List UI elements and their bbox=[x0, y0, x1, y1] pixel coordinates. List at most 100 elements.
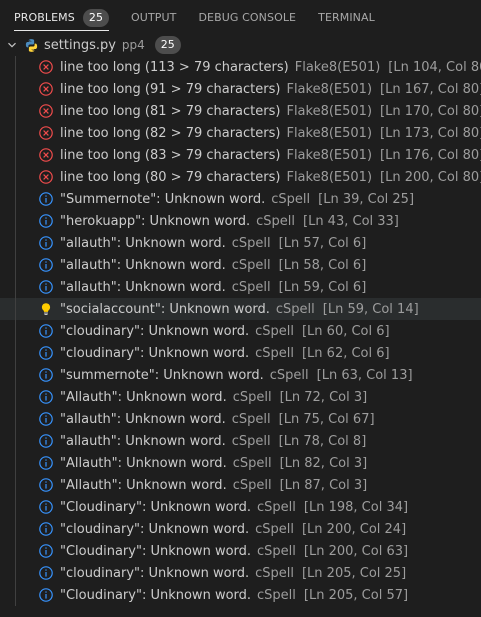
problem-row[interactable]: "allauth": Unknown word. cSpell [Ln 57, Co… bbox=[0, 232, 481, 254]
problem-message: "Cloudinary": Unknown word. bbox=[60, 499, 252, 515]
problem-source: cSpell bbox=[231, 411, 271, 427]
problem-message: "allauth": Unknown word. bbox=[60, 257, 226, 273]
problem-location: [Ln 200, Col 63] bbox=[303, 543, 409, 559]
problem-source: cSpell bbox=[231, 279, 271, 295]
problem-list: line too long (113 > 79 characters) Flake… bbox=[0, 56, 481, 606]
problem-row[interactable]: "cloudinary": Unknown word. cSpell [Ln 205… bbox=[0, 562, 481, 584]
problem-row[interactable]: "allauth": Unknown word. cSpell [Ln 59, Co… bbox=[0, 276, 481, 298]
indent-guide bbox=[15, 386, 16, 408]
info-circle-icon bbox=[39, 434, 53, 448]
problem-row[interactable]: line too long (83 > 79 characters) Flake8… bbox=[0, 144, 481, 166]
problem-message: "cloudinary": Unknown word. bbox=[60, 323, 250, 339]
problem-location: [Ln 59, Col 6] bbox=[278, 279, 367, 295]
problem-row[interactable]: "Cloudinary": Unknown word. cSpell [Ln 205… bbox=[0, 584, 481, 606]
tab-debug-console[interactable]: DEBUG CONSOLE bbox=[190, 0, 304, 35]
info-circle-icon bbox=[39, 324, 53, 338]
file-name: settings.py bbox=[44, 37, 116, 53]
indent-guide bbox=[15, 518, 16, 540]
tab-output-label: OUTPUT bbox=[131, 11, 177, 24]
problem-message: line too long (80 > 79 characters) bbox=[60, 169, 281, 185]
problem-row[interactable]: "Allauth": Unknown word. cSpell [Ln 82, Co… bbox=[0, 452, 481, 474]
problem-row[interactable]: line too long (113 > 79 characters) Flake… bbox=[0, 56, 481, 78]
problem-source: cSpell bbox=[255, 345, 294, 361]
problem-location: [Ln 57, Col 6] bbox=[278, 235, 367, 251]
problem-message: line too long (82 > 79 characters) bbox=[60, 125, 281, 141]
error-circle-icon bbox=[39, 126, 53, 140]
indent-guide bbox=[15, 364, 16, 386]
problem-source: Flake8(E501) bbox=[286, 81, 373, 97]
info-circle-icon bbox=[39, 544, 53, 558]
problem-message: "Cloudinary": Unknown word. bbox=[60, 587, 252, 603]
indent-guide bbox=[15, 320, 16, 342]
python-file-icon bbox=[25, 38, 38, 52]
problem-source: cSpell bbox=[255, 521, 294, 537]
problem-row[interactable]: "Summernote": Unknown word. cSpell [Ln 39,… bbox=[0, 188, 481, 210]
problem-message: line too long (91 > 79 characters) bbox=[60, 81, 281, 97]
problem-row[interactable]: "herokuapp": Unknown word. cSpell [Ln 43, … bbox=[0, 210, 481, 232]
info-circle-icon bbox=[39, 214, 53, 228]
error-circle-icon bbox=[39, 60, 53, 74]
indent-guide bbox=[15, 210, 16, 232]
tab-output[interactable]: OUTPUT bbox=[123, 0, 184, 35]
indent-guide bbox=[15, 342, 16, 364]
indent-guide bbox=[15, 78, 16, 100]
problem-message: "herokuapp": Unknown word. bbox=[60, 213, 251, 229]
problem-location: [Ln 205, Col 57] bbox=[303, 587, 409, 603]
file-problem-count-badge: 25 bbox=[154, 36, 181, 54]
problem-source: Flake8(E501) bbox=[286, 103, 373, 119]
tab-problems-label: PROBLEMS bbox=[14, 11, 75, 24]
indent-guide bbox=[15, 276, 16, 298]
indent-guide bbox=[15, 122, 16, 144]
problem-row[interactable]: line too long (82 > 79 characters) Flake8… bbox=[0, 122, 481, 144]
problem-location: [Ln 200, Col 80] bbox=[380, 169, 481, 185]
problem-message: line too long (81 > 79 characters) bbox=[60, 103, 281, 119]
problem-source: Flake8(E501) bbox=[286, 147, 373, 163]
problem-source: Flake8(E501) bbox=[286, 169, 373, 185]
problem-row[interactable]: "allauth": Unknown word. cSpell [Ln 78, Co… bbox=[0, 430, 481, 452]
chevron-down-icon[interactable] bbox=[6, 39, 18, 51]
problem-row[interactable]: "cloudinary": Unknown word. cSpell [Ln 200… bbox=[0, 518, 481, 540]
problem-location: [Ln 205, Col 25] bbox=[301, 565, 407, 581]
problem-row[interactable]: "summernote": Unknown word. cSpell [Ln 63,… bbox=[0, 364, 481, 386]
problem-source: cSpell bbox=[257, 499, 296, 515]
problem-source: cSpell bbox=[231, 235, 271, 251]
tab-problems[interactable]: PROBLEMS 25 bbox=[6, 0, 117, 35]
problem-location: [Ln 59, Col 14] bbox=[322, 301, 419, 317]
folder-name: pp4 bbox=[121, 38, 145, 52]
problem-location: [Ln 104, Col 80] bbox=[388, 59, 481, 75]
error-circle-icon bbox=[39, 104, 53, 118]
problem-row[interactable]: line too long (91 > 79 characters) Flake8… bbox=[0, 78, 481, 100]
problem-location: [Ln 60, Col 6] bbox=[301, 323, 390, 339]
tab-terminal[interactable]: TERMINAL bbox=[310, 0, 383, 35]
problem-row[interactable]: line too long (80 > 79 characters) Flake8… bbox=[0, 166, 481, 188]
indent-guide bbox=[15, 166, 16, 188]
problem-message: line too long (83 > 79 characters) bbox=[60, 147, 281, 163]
problem-message: "cloudinary": Unknown word. bbox=[60, 521, 250, 537]
problem-row[interactable]: "Allauth": Unknown word. cSpell [Ln 72, Co… bbox=[0, 386, 481, 408]
problem-message: line too long (113 > 79 characters) bbox=[60, 59, 289, 75]
problem-row[interactable]: "socialaccount": Unknown word. cSpell [Ln … bbox=[0, 298, 481, 320]
problem-row[interactable]: "Cloudinary": Unknown word. cSpell [Ln 198… bbox=[0, 496, 481, 518]
problems-count-badge: 25 bbox=[82, 8, 110, 27]
info-circle-icon bbox=[39, 390, 53, 404]
problem-location: [Ln 62, Col 6] bbox=[301, 345, 390, 361]
problem-row[interactable]: "Allauth": Unknown word. cSpell [Ln 87, Co… bbox=[0, 474, 481, 496]
problem-row[interactable]: "allauth": Unknown word. cSpell [Ln 58, Co… bbox=[0, 254, 481, 276]
info-circle-icon bbox=[39, 456, 53, 470]
problem-row[interactable]: "allauth": Unknown word. cSpell [Ln 75, Co… bbox=[0, 408, 481, 430]
problem-location: [Ln 167, Col 80] bbox=[380, 81, 481, 97]
problem-row[interactable]: "Cloudinary": Unknown word. cSpell [Ln 200… bbox=[0, 540, 481, 562]
problem-location: [Ln 43, Col 33] bbox=[303, 213, 399, 229]
problem-location: [Ln 87, Col 3] bbox=[279, 477, 368, 493]
problem-location: [Ln 58, Col 6] bbox=[278, 257, 367, 273]
problem-location: [Ln 75, Col 67] bbox=[278, 411, 375, 427]
info-circle-icon bbox=[39, 236, 53, 250]
problem-row[interactable]: "cloudinary": Unknown word. cSpell [Ln 62,… bbox=[0, 342, 481, 364]
problem-source: cSpell bbox=[257, 543, 296, 559]
file-group-row[interactable]: settings.py pp4 25 bbox=[0, 34, 481, 56]
problem-row[interactable]: "cloudinary": Unknown word. cSpell [Ln 60,… bbox=[0, 320, 481, 342]
problem-location: [Ln 78, Col 8] bbox=[278, 433, 367, 449]
problem-row[interactable]: line too long (81 > 79 characters) Flake8… bbox=[0, 100, 481, 122]
problem-location: [Ln 200, Col 24] bbox=[301, 521, 407, 537]
problem-message: "allauth": Unknown word. bbox=[60, 411, 226, 427]
